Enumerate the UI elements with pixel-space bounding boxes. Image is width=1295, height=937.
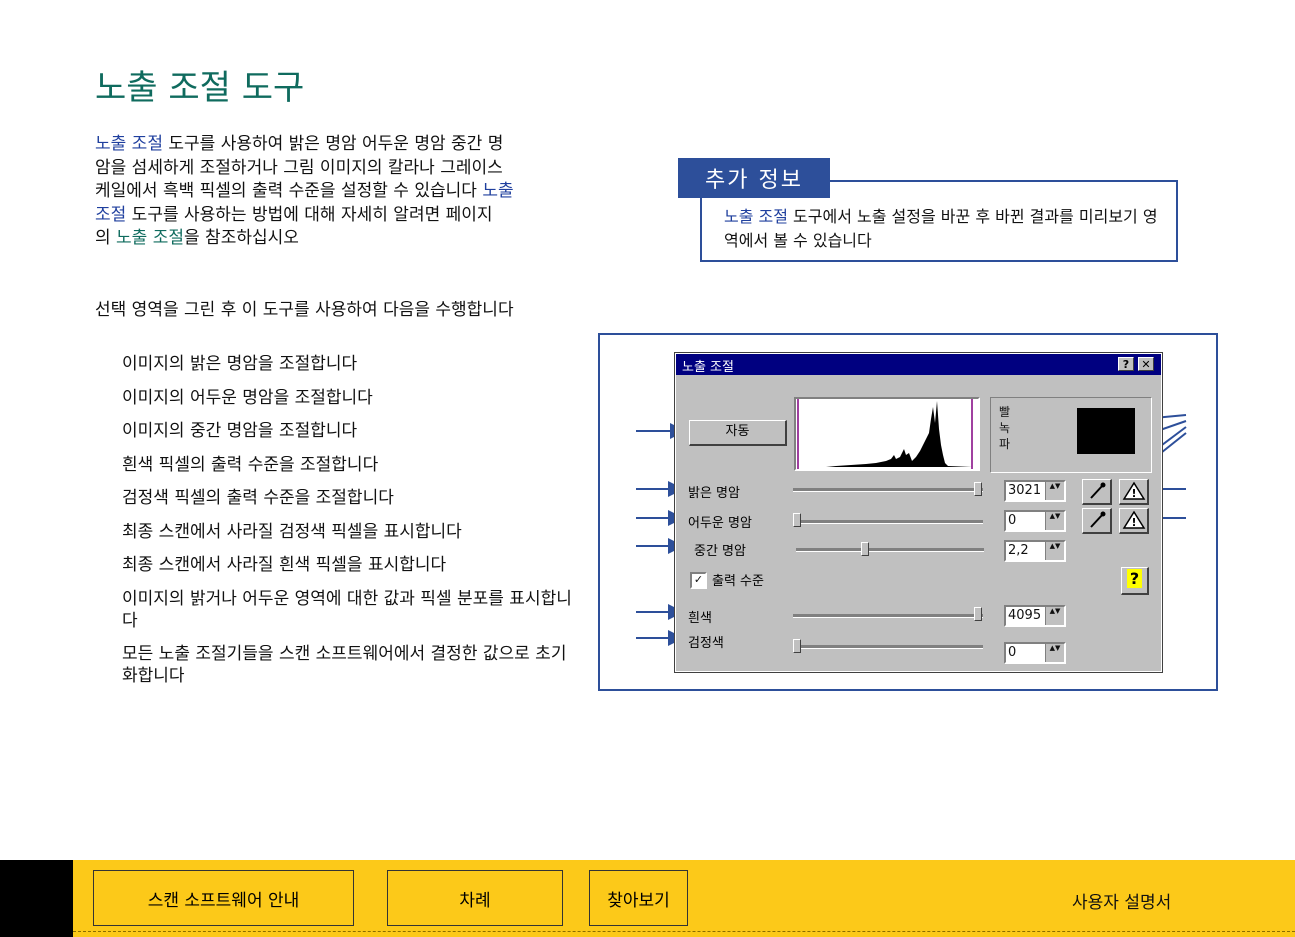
info-body: 도구에서 노출 설정을 바꾼 후 바뀐 결과를 미리보기 영역에서 볼 수 있습… bbox=[724, 207, 1158, 250]
highlight-track[interactable] bbox=[793, 488, 983, 492]
spin-arrows[interactable]: ▲▼ bbox=[1045, 644, 1064, 662]
black-field[interactable]: 0 ▲▼ bbox=[1004, 642, 1066, 664]
highlight-label: 밝은 명암 bbox=[688, 486, 740, 501]
white-track[interactable] bbox=[793, 614, 983, 618]
black-track[interactable] bbox=[793, 645, 983, 649]
highlight-thumb[interactable] bbox=[974, 482, 982, 496]
intro-line-4: 도구를 사용하는 방법에 대해 자세히 알려면 페이지 bbox=[126, 204, 493, 225]
histogram bbox=[794, 397, 980, 471]
warning-icon: ! bbox=[1122, 510, 1145, 529]
output-checkbox[interactable]: ✓ bbox=[690, 572, 707, 589]
spin-arrows[interactable]: ▲▼ bbox=[1045, 482, 1064, 500]
white-label: 흰색 bbox=[688, 611, 712, 626]
list-item: 최종 스캔에서 사라질 검정색 픽셀을 표시합니다 bbox=[122, 521, 462, 542]
white-thumb[interactable] bbox=[974, 607, 982, 621]
eyedropper-icon bbox=[1089, 482, 1105, 499]
page-title: 노출 조절 도구 bbox=[95, 68, 305, 108]
info-tab: 추가 정보 bbox=[678, 158, 830, 198]
list-item: 검정색 픽셀의 출력 수준을 조절합니다 bbox=[122, 488, 394, 508]
list-item: 이미지의 밝은 명암을 조절합니다 bbox=[122, 354, 358, 374]
channel-labels: 빨 녹 파 bbox=[999, 405, 1011, 451]
list-item: 이미지의 밝거나 어두운 영역에 대한 값과 픽셀 분포를 표시합니다 bbox=[122, 588, 572, 631]
term-exposure-2a: 노출 bbox=[482, 181, 514, 201]
highlight-warning-button[interactable]: ! bbox=[1119, 479, 1149, 505]
list-item: 최종 스캔에서 사라질 흰색 픽셀을 표시합니다 bbox=[122, 555, 447, 575]
black-value: 0 bbox=[1008, 645, 1017, 660]
nav-scan-software-guide[interactable]: 스캔 소프트웨어 안내 bbox=[93, 870, 354, 926]
black-label: 검정색 bbox=[688, 636, 724, 651]
shadow-field[interactable]: 0 ▲▼ bbox=[1004, 510, 1066, 532]
color-preview bbox=[1077, 408, 1135, 454]
shadow-value: 0 bbox=[1008, 513, 1017, 528]
info-term: 노출 조절 bbox=[724, 207, 788, 226]
exposure-dialog: 노출 조절 ? ✕ 자동 빨 녹 파 밝은 명암 3021 ▲▼ ! 어두운 명… bbox=[674, 352, 1163, 673]
question-icon: ? bbox=[1126, 569, 1143, 588]
midtone-value: 2,2 bbox=[1008, 543, 1029, 558]
highlight-field[interactable]: 3021 ▲▼ bbox=[1004, 480, 1066, 502]
warning-icon: ! bbox=[1122, 481, 1145, 500]
spin-arrows[interactable]: ▲▼ bbox=[1045, 512, 1064, 530]
list-item: 흰색 픽셀의 출력 수준을 조절합니다 bbox=[122, 454, 379, 475]
midtone-thumb[interactable] bbox=[861, 542, 869, 556]
auto-button[interactable]: 자동 bbox=[689, 420, 787, 446]
term-exposure: 노출 조절 bbox=[95, 134, 163, 154]
intro-line-1: 도구를 사용하여 밝은 명암 어두운 명암 중간 명 bbox=[162, 134, 504, 154]
white-value: 4095 bbox=[1008, 608, 1042, 623]
intro-line-3: 케일에서 흑백 픽셀의 출력 수준을 설정할 수 있습니다 bbox=[95, 181, 483, 201]
shadow-label: 어두운 명암 bbox=[688, 516, 752, 531]
list-item: 이미지의 어두운 명암을 조절합니다 bbox=[122, 387, 373, 408]
tasks-lead: 선택 영역을 그린 후 이 도구를 사용하여 다음을 수행합니다 bbox=[95, 300, 514, 320]
list-item: 모든 노출 조절기들을 스캔 소프트웨어에서 결정한 값으로 초기화합니다 bbox=[122, 644, 567, 686]
exposure-link[interactable]: 노출 조절 bbox=[116, 228, 184, 248]
list-item: 이미지의 중간 명암을 조절합니다 bbox=[122, 421, 358, 441]
intro-line-5c: 을 참조하십시오 bbox=[184, 228, 299, 248]
spin-arrows[interactable]: ▲▼ bbox=[1045, 542, 1064, 560]
dialog-title: 노출 조절 bbox=[682, 360, 734, 375]
shadow-thumb[interactable] bbox=[793, 513, 801, 527]
term-exposure-2b: 조절 bbox=[95, 204, 127, 225]
shadow-eyedropper[interactable] bbox=[1082, 508, 1112, 534]
help-button[interactable]: ? bbox=[1118, 357, 1134, 371]
footer-black-block bbox=[0, 860, 73, 937]
footer-rule bbox=[73, 931, 1295, 934]
manual-label: 사용자 설명서 bbox=[1072, 893, 1172, 913]
dialog-titlebar[interactable]: 노출 조절 ? ✕ bbox=[676, 354, 1161, 375]
highlight-value: 3021 bbox=[1008, 483, 1042, 498]
intro-line-5a: 의 bbox=[95, 228, 117, 248]
highlight-eyedropper[interactable] bbox=[1082, 479, 1112, 505]
spin-arrows[interactable]: ▲▼ bbox=[1045, 607, 1064, 625]
histogram-graph bbox=[797, 399, 973, 469]
eyedropper-icon bbox=[1089, 511, 1105, 528]
histogram-distribution bbox=[800, 401, 972, 467]
channel-panel: 빨 녹 파 bbox=[990, 397, 1152, 473]
midtone-label: 중간 명암 bbox=[694, 544, 746, 559]
white-field[interactable]: 4095 ▲▼ bbox=[1004, 605, 1066, 627]
close-button[interactable]: ✕ bbox=[1138, 357, 1154, 371]
black-thumb[interactable] bbox=[793, 639, 801, 653]
midtone-track[interactable] bbox=[796, 548, 984, 552]
intro-line-2: 암을 섬세하게 조절하거나 그림 이미지의 칼라나 그레이스 bbox=[95, 157, 503, 178]
intro-paragraph: 노출 조절 도구를 사용하여 밝은 명암 어두운 명암 중간 명 암을 섬세하게… bbox=[95, 133, 615, 251]
nav-contents[interactable]: 차례 bbox=[387, 870, 563, 926]
nav-index[interactable]: 찾아보기 bbox=[589, 870, 688, 926]
output-checkbox-label: 출력 수준 bbox=[712, 574, 764, 589]
info-text: 노출 조절 도구에서 노출 설정을 바꾼 후 바뀐 결과를 미리보기 영역에서 … bbox=[724, 205, 1164, 253]
question-button[interactable]: ? bbox=[1121, 567, 1149, 595]
task-list: 이미지의 밝은 명암을 조절합니다 이미지의 어두운 명암을 조절합니다 이미지… bbox=[122, 353, 582, 699]
warning-glyph: ! bbox=[1131, 487, 1136, 500]
shadow-warning-button[interactable]: ! bbox=[1119, 508, 1149, 534]
midtone-field[interactable]: 2,2 ▲▼ bbox=[1004, 540, 1066, 562]
warning-glyph: ! bbox=[1131, 516, 1136, 529]
shadow-track[interactable] bbox=[793, 520, 983, 524]
